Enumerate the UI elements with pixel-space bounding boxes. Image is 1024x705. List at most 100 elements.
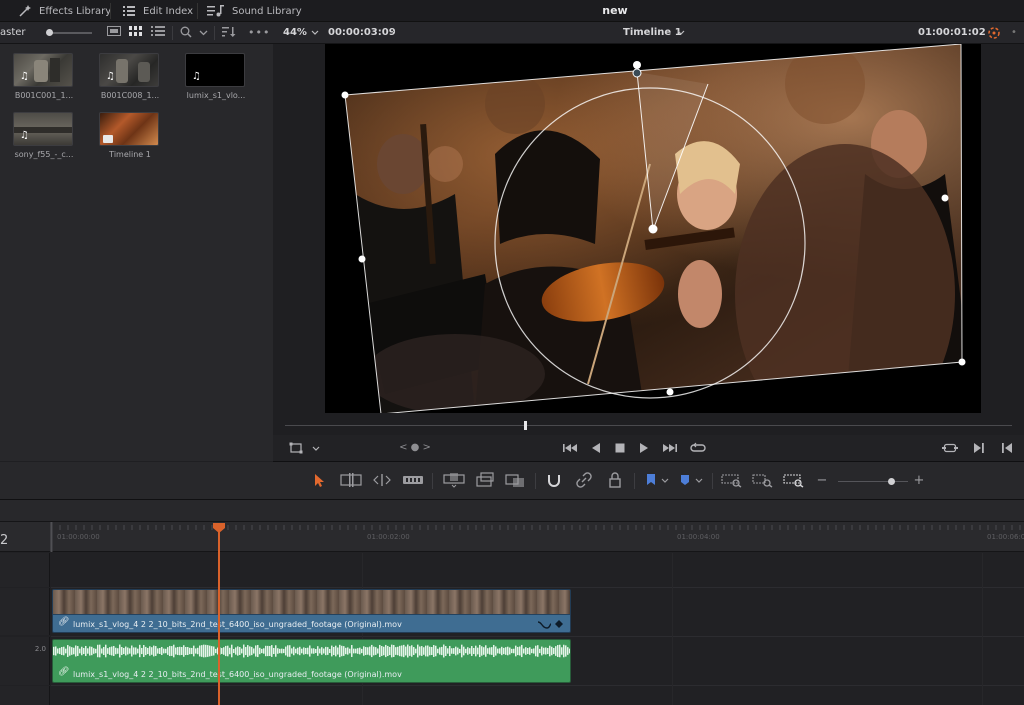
- chevron-down-icon[interactable]: [693, 472, 705, 490]
- sound-library-button[interactable]: Sound Library: [207, 0, 302, 22]
- source-timecode: 00:00:03:09: [328, 27, 396, 38]
- edge-handle[interactable]: [666, 388, 674, 396]
- go-to-end-icon[interactable]: [661, 440, 679, 456]
- audio-track-header[interactable]: 2.0: [0, 637, 50, 685]
- waveform-bar: [181, 647, 183, 655]
- dynamic-trim-icon[interactable]: [370, 472, 394, 490]
- scrubber-playhead[interactable]: [524, 421, 527, 430]
- custom-zoom-icon[interactable]: [782, 472, 806, 490]
- link-icon[interactable]: [575, 472, 593, 490]
- corner-handle[interactable]: [958, 358, 966, 366]
- loop-icon[interactable]: [689, 440, 707, 456]
- bin-label[interactable]: aster: [0, 22, 26, 44]
- zoom-slider[interactable]: [838, 481, 908, 482]
- waveform-bar: [305, 647, 307, 655]
- media-clip[interactable]: ♫ lumix_s1_vlo...: [185, 53, 247, 100]
- waveform-bar: [245, 646, 247, 656]
- effects-library-button[interactable]: Effects Library: [18, 0, 111, 22]
- video-track-header[interactable]: [0, 588, 50, 635]
- rotation-handle[interactable]: [632, 68, 642, 78]
- selection-tool-icon[interactable]: [311, 472, 327, 490]
- chevron-down-icon[interactable]: [196, 26, 210, 40]
- waveform-bar: [461, 644, 463, 658]
- search-icon[interactable]: [178, 26, 194, 40]
- timecode-ruler[interactable]: 01:00:00:00 01:00:02:00 01:00:04:00 01:0…: [0, 522, 1024, 552]
- waveform-bar: [253, 648, 255, 654]
- zoom-slider-knob[interactable]: [888, 478, 895, 485]
- handle-top[interactable]: [633, 61, 641, 69]
- waveform-bar: [487, 648, 489, 654]
- previous-edit-icon[interactable]: [999, 440, 1015, 456]
- flag-icon[interactable]: [644, 472, 658, 490]
- stop-icon[interactable]: [613, 440, 627, 456]
- clip-navigation[interactable]: < ● >: [396, 440, 434, 456]
- insert-clip-icon[interactable]: [442, 472, 466, 490]
- media-clip[interactable]: ♫ B001C008_1...: [99, 53, 161, 100]
- next-edit-icon[interactable]: [971, 440, 987, 456]
- chevron-down-icon[interactable]: [311, 22, 321, 44]
- full-extent-zoom-icon[interactable]: [720, 472, 744, 490]
- edge-handle[interactable]: [358, 255, 366, 263]
- track-header[interactable]: [0, 686, 50, 705]
- replace-clip-icon[interactable]: [503, 472, 527, 490]
- media-clip[interactable]: ♫ sony_f55_-_c...: [13, 112, 75, 159]
- audio-clip-name: lumix_s1_vlog_4 2 2_10_bits_2nd_test_640…: [73, 670, 402, 679]
- track-header[interactable]: [0, 553, 50, 587]
- waveform-bar: [543, 647, 545, 655]
- corner-handle[interactable]: [341, 91, 349, 99]
- filmstrip-view-icon[interactable]: [106, 26, 122, 40]
- video-clip[interactable]: 🔗︎ lumix_s1_vlog_4 2 2_10_bits_2nd_test_…: [52, 589, 571, 633]
- zoom-out-icon[interactable]: −: [816, 472, 828, 490]
- waveform-bar: [65, 648, 67, 654]
- waveform-bar: [549, 645, 551, 657]
- zoom-in-icon[interactable]: +: [913, 472, 925, 490]
- match-frame-icon[interactable]: [941, 440, 959, 456]
- waveform-bar: [353, 648, 355, 654]
- play-icon[interactable]: [637, 440, 651, 456]
- media-clip[interactable]: ♫ B001C001_1...: [13, 53, 75, 100]
- snapping-icon[interactable]: [545, 472, 563, 490]
- play-reverse-icon[interactable]: [589, 440, 603, 456]
- edge-handle[interactable]: [941, 194, 949, 202]
- more-options-icon[interactable]: •: [1011, 22, 1017, 44]
- waveform-bar: [541, 646, 543, 656]
- waveform-bar: [89, 646, 91, 656]
- waveform-bar: [83, 647, 85, 655]
- grid-view-icon[interactable]: [128, 26, 144, 40]
- overwrite-clip-icon[interactable]: [473, 472, 497, 490]
- chevron-down-icon[interactable]: [659, 472, 671, 490]
- anchor-point-handle[interactable]: [648, 224, 658, 234]
- keyframe-curve-icon[interactable]: [536, 617, 568, 631]
- waveform-bar: [161, 646, 163, 656]
- chevron-down-icon[interactable]: [311, 440, 321, 456]
- sort-icon[interactable]: [220, 26, 238, 40]
- zoom-level[interactable]: 44%: [283, 22, 307, 44]
- trim-tool-icon[interactable]: [339, 472, 363, 490]
- more-options-icon[interactable]: •••: [248, 26, 269, 40]
- marker-icon[interactable]: [678, 472, 692, 490]
- thumbnail-size-slider[interactable]: [47, 32, 92, 34]
- list-view-icon[interactable]: [150, 26, 166, 40]
- waveform-bar: [251, 646, 253, 656]
- waveform-bar: [421, 646, 423, 656]
- audio-clip[interactable]: 🔗︎ lumix_s1_vlog_4 2 2_10_bits_2nd_test_…: [52, 639, 571, 683]
- video-canvas[interactable]: [325, 44, 981, 413]
- timeline-name[interactable]: Timeline 1: [623, 22, 682, 44]
- lock-icon[interactable]: [606, 472, 624, 490]
- blade-tool-icon[interactable]: [401, 472, 425, 490]
- edit-index-button[interactable]: Edit Index: [122, 0, 193, 22]
- detail-zoom-icon[interactable]: [751, 472, 775, 490]
- playhead[interactable]: [218, 523, 220, 705]
- playhead-handle[interactable]: [213, 523, 225, 533]
- waveform-bar: [357, 648, 359, 654]
- media-clip[interactable]: Timeline 1: [99, 112, 161, 159]
- viewer-scrubber[interactable]: [273, 417, 1024, 435]
- viewer-header: 44% 00:00:03:09 · Timeline 1 01:00:01:02…: [273, 22, 1024, 44]
- go-to-start-icon[interactable]: [561, 440, 579, 456]
- audio-note-icon: ♫: [20, 130, 29, 141]
- chevron-down-icon[interactable]: [677, 22, 687, 44]
- slider-knob[interactable]: [46, 29, 53, 36]
- transform-icon[interactable]: [289, 440, 303, 456]
- waveform-bar: [369, 646, 371, 656]
- color-sync-icon[interactable]: [987, 22, 1003, 44]
